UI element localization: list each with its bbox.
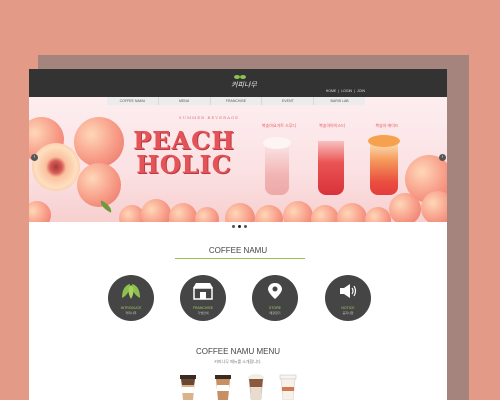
ade-cup: [370, 141, 398, 195]
logo[interactable]: 커피나무: [224, 74, 264, 92]
home-link[interactable]: HOME: [326, 89, 337, 93]
peach-half-image: [32, 143, 80, 191]
megaphone-icon: [340, 284, 357, 298]
smoothie-cup: [265, 145, 289, 195]
peach-image: [421, 191, 447, 222]
menu-item-image[interactable]: [277, 373, 299, 400]
store-button[interactable]: STORE 매장찾기: [252, 275, 298, 321]
notice-button[interactable]: NOTICE 공지사항: [325, 275, 371, 321]
menu-item-image[interactable]: [177, 373, 199, 400]
store-icon: [193, 283, 213, 300]
leaf-icon: [122, 284, 140, 299]
peach-image: [169, 203, 197, 222]
circle-label: NOTICE: [341, 306, 355, 310]
peach-image: [365, 207, 391, 222]
menu-item-image[interactable]: [245, 373, 267, 400]
peach-image: [77, 163, 121, 207]
peach-image: [283, 201, 313, 222]
circle-label: STORE: [269, 306, 281, 310]
peach-image: [195, 207, 219, 222]
drink-label: 복숭아 에이드: [375, 123, 399, 128]
circle-label: INTRODUCE: [120, 306, 142, 310]
hero-kicker: SUMMER BEVERAGE: [178, 115, 240, 120]
introduce-button[interactable]: INTRODUCE 커피나무: [108, 275, 154, 321]
nav-item-coffee-namu[interactable]: COFFEE NAMU: [107, 97, 159, 105]
login-link[interactable]: LOGIN: [341, 89, 352, 93]
hero-title: PEACH HOLIC: [129, 129, 239, 177]
about-title: COFFEE NAMU: [208, 246, 268, 255]
logo-text: 커피나무: [231, 81, 257, 89]
nav-item-franchise[interactable]: FRANCHISE: [211, 97, 263, 105]
whipped-cream: [263, 137, 291, 149]
iced-tea-cup: [318, 141, 344, 195]
separator: |: [354, 89, 356, 93]
chevron-left-icon[interactable]: ‹: [31, 154, 38, 161]
drink-label: 복숭아아이스티: [319, 123, 345, 128]
hero-banner: COFFEE NAMU MENU FRANCHISE EVENT BARIS L…: [29, 97, 447, 222]
circle-label: FRANCHISE: [192, 306, 214, 310]
chevron-right-icon[interactable]: ›: [439, 154, 446, 161]
peach-image: [337, 203, 367, 222]
circle-sublabel: 공지사항: [342, 311, 354, 315]
carousel-dot[interactable]: [244, 225, 247, 228]
circle-sublabel: 가맹안내: [197, 311, 209, 315]
divider: [175, 258, 305, 259]
hero-title-line2: HOLIC: [136, 150, 232, 179]
website-mockup: 커피나무 HOME | LOGIN | JOIN COFFEE NAMU MEN…: [29, 69, 447, 400]
nav-item-menu[interactable]: MENU: [159, 97, 211, 105]
nav-item-event[interactable]: EVENT: [262, 97, 315, 105]
separator: |: [338, 89, 340, 93]
circle-sublabel: 매장찾기: [269, 311, 281, 315]
peach-image: [29, 201, 51, 222]
circle-sublabel: 커피나무: [125, 311, 137, 315]
nav-item-baris-lab[interactable]: BARIS LAB: [314, 97, 365, 105]
peach-image: [141, 199, 171, 222]
header-bar: 커피나무 HOME | LOGIN | JOIN: [29, 69, 447, 97]
ade-foam: [368, 135, 400, 147]
menu-subtitle: 커피나무 메뉴를 소개합니다.: [214, 359, 262, 364]
menu-title: COFFEE NAMU MENU: [196, 347, 280, 356]
peach-image: [311, 205, 339, 222]
franchise-button[interactable]: FRANCHISE 가맹안내: [180, 275, 226, 321]
peach-image: [74, 117, 124, 167]
utility-links: HOME | LOGIN | JOIN: [326, 89, 365, 93]
join-link[interactable]: JOIN: [357, 89, 365, 93]
carousel-dot[interactable]: [232, 225, 235, 228]
map-pin-icon: [268, 283, 282, 299]
peach-image: [225, 203, 255, 222]
peach-image: [255, 205, 283, 222]
drink-label: 복숭아요거트 스무디: [261, 123, 297, 128]
carousel-dot-active[interactable]: [238, 225, 241, 228]
menu-item-image[interactable]: [212, 373, 234, 400]
carousel-dots: [232, 225, 247, 228]
main-nav: COFFEE NAMU MENU FRANCHISE EVENT BARIS L…: [107, 97, 365, 105]
